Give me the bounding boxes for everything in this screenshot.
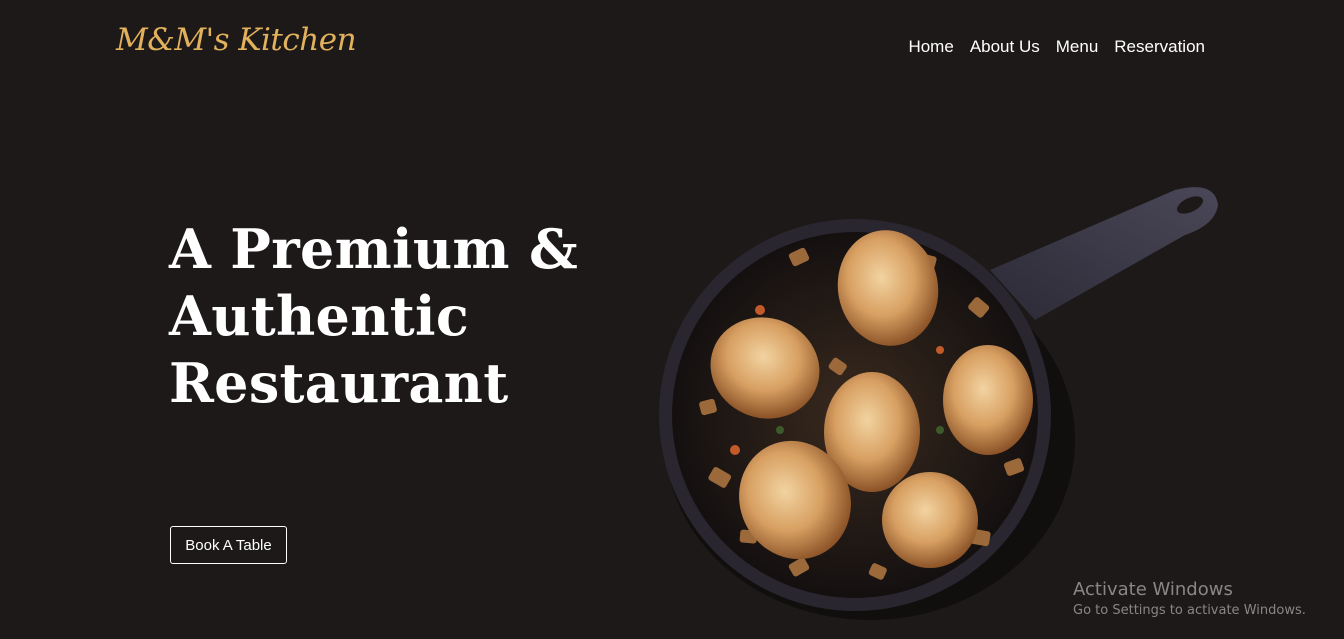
nav-menu-link[interactable]: Menu (1056, 37, 1099, 57)
hero-title-line: A Premium & (169, 217, 579, 281)
watermark-subtitle: Go to Settings to activate Windows. (1073, 603, 1306, 618)
hero-title-line: Authentic (169, 284, 470, 348)
watermark-title: Activate Windows (1073, 579, 1233, 600)
brand-logo[interactable]: M&M's Kitchen (116, 22, 357, 58)
hero-title-line: Restaurant (169, 351, 509, 415)
nav-reservation-link[interactable]: Reservation (1114, 37, 1205, 57)
activate-windows-watermark: Activate Windows Go to Settings to activ… (1073, 579, 1306, 621)
hero-title: A Premium & Authentic Restaurant (169, 216, 589, 417)
nav-about-link[interactable]: About Us (970, 37, 1040, 57)
main-nav: Home About Us Menu Reservation (908, 37, 1205, 57)
book-a-table-button[interactable]: Book A Table (170, 526, 287, 564)
skillet-chicken-image (659, 187, 1218, 620)
nav-home-link[interactable]: Home (908, 37, 953, 57)
